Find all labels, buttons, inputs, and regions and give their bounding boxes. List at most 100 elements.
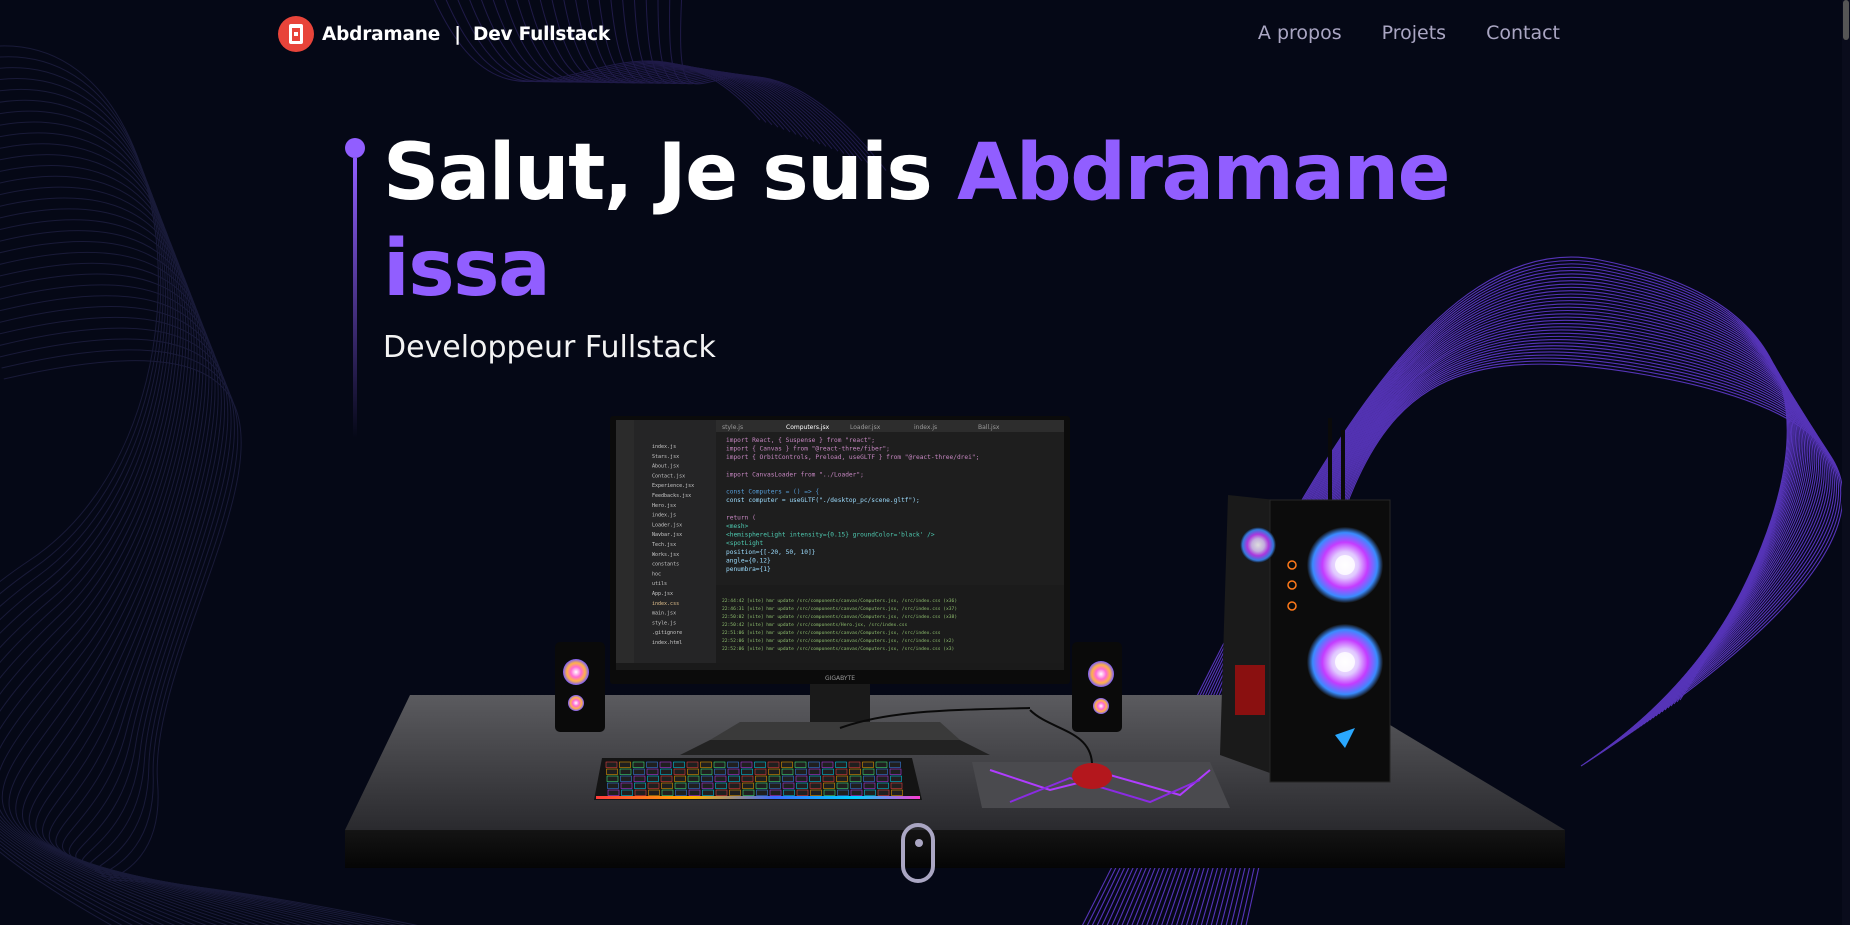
nav-links: A propos Projets Contact <box>1258 22 1560 44</box>
keyboard-key <box>620 782 633 789</box>
explorer-file: About.jsx <box>652 464 679 470</box>
hero-greeting: Salut, Je suis <box>383 128 958 218</box>
keyboard-key <box>648 789 660 796</box>
terminal-line: 22:52:06 [vite] hmr update /src/componen… <box>722 646 954 652</box>
scroll-dot <box>915 839 923 847</box>
monitor-base <box>680 740 990 755</box>
mouse-scroll-icon[interactable] <box>901 823 935 883</box>
keyboard-key <box>727 768 740 775</box>
keyboard-key <box>673 761 685 768</box>
keyboard-key <box>862 768 875 775</box>
keyboard-key <box>877 782 889 789</box>
brand-role: Dev Fullstack <box>473 23 611 45</box>
navbar: Abdramane | Dev Fullstack A propos Proje… <box>0 0 1850 72</box>
keyboard-key <box>891 789 903 796</box>
keyboard-key <box>660 768 672 775</box>
keyboard-key <box>863 775 875 782</box>
terminal-line: 22:46:31 [vite] hmr update /src/componen… <box>722 606 957 612</box>
keyboard-key <box>850 789 863 796</box>
code-line: const Computers = () => { <box>726 489 819 496</box>
explorer-file: constants <box>652 562 679 568</box>
nav-link-contact[interactable]: Contact <box>1486 22 1560 44</box>
explorer-file: main.jsx <box>652 611 676 617</box>
keyboard-key <box>660 775 673 782</box>
keyboard-key <box>755 775 767 782</box>
keyboard-key <box>606 768 618 775</box>
keyboard-key <box>767 761 780 768</box>
keyboard-key <box>768 768 780 775</box>
keyboard-key <box>647 775 659 782</box>
keyboard-key <box>675 789 687 796</box>
keyboard-key <box>796 789 809 796</box>
page-scrollbar[interactable] <box>1842 0 1850 925</box>
monitor-brand: GIGABYTE <box>825 675 855 682</box>
keyboard-key <box>742 782 754 789</box>
keyboard-key <box>796 782 808 789</box>
keyboard-key <box>769 789 782 796</box>
keyboard-key <box>754 768 767 775</box>
keyboard-key <box>646 768 659 775</box>
keyboard-key <box>728 775 740 782</box>
keyboard-key <box>782 782 795 789</box>
keyboard-key <box>700 768 713 775</box>
keyboard-key <box>619 768 632 775</box>
keyboard-key <box>674 782 687 789</box>
speaker-left <box>555 642 605 732</box>
keyboard-key <box>700 761 712 768</box>
keyboard-key <box>632 761 645 768</box>
keyboard-key <box>823 782 835 789</box>
keyboard-key <box>783 789 795 796</box>
editor-tab: Loader.jsx <box>850 424 881 431</box>
status-bar <box>616 663 1064 670</box>
keyboard-key <box>727 761 739 768</box>
keyboard-key <box>620 775 632 782</box>
code-line: <hemisphereLight intensity={0.15} ground… <box>726 532 935 539</box>
hero-dot <box>345 138 365 158</box>
desktop-computer-3d-icon[interactable]: index.js Stars.jsx About.jsx Contact.jsx Exp… <box>330 410 1580 880</box>
keyboard-key <box>634 789 647 796</box>
keyboard-key <box>688 789 701 796</box>
keyboard-key <box>701 782 714 789</box>
explorer-file: Contact.jsx <box>652 473 685 479</box>
keyboard-key <box>659 761 672 768</box>
nav-link-a-propos[interactable]: A propos <box>1258 22 1342 44</box>
explorer-file: Feedbacks.jsx <box>652 493 691 499</box>
keyboard-key <box>714 768 726 775</box>
keyboard-key <box>794 761 807 768</box>
explorer-file: index.css <box>652 601 679 607</box>
code-line: import CanvasLoader from "../Loader"; <box>726 471 864 478</box>
keyboard-key <box>876 775 889 782</box>
keyboard-key <box>837 789 849 796</box>
keyboard-key <box>701 775 713 782</box>
code-line: <spotLight <box>726 540 764 547</box>
keyboard-key <box>836 775 848 782</box>
editor-tab-bar <box>716 420 1064 432</box>
scrollbar-thumb[interactable] <box>1843 0 1849 40</box>
keyboard-key <box>781 768 794 775</box>
code-line: penumbra={1} <box>726 566 771 573</box>
editor-tab: Computers.jsx <box>786 424 830 431</box>
nav-link-projets[interactable]: Projets <box>1382 22 1446 44</box>
keyboard-key <box>810 789 822 796</box>
explorer-file: Experience.jsx <box>652 483 694 489</box>
brand-logo-link[interactable]: Abdramane | Dev Fullstack <box>278 16 610 52</box>
keyboard-key <box>877 789 890 796</box>
brand-name: Abdramane <box>322 23 441 45</box>
keyboard-key <box>756 789 768 796</box>
explorer-file: Tech.jsx <box>652 542 676 548</box>
keyboard-key <box>890 775 902 782</box>
terminal-line: 22:50:02 [vite] hmr update /src/componen… <box>722 614 957 620</box>
keyboard-key <box>742 789 755 796</box>
keyboard-key <box>821 761 834 768</box>
hero-bar <box>353 158 357 438</box>
code-line: return ( <box>726 514 756 521</box>
keyboard-key <box>768 775 781 782</box>
explorer-file: index.js <box>652 444 676 450</box>
keyboard-key <box>836 782 849 789</box>
keyboard-key <box>728 782 741 789</box>
explorer-file: index.js <box>652 513 676 519</box>
editor-tab: Ball.jsx <box>978 424 1000 431</box>
keyboard-key <box>875 761 888 768</box>
keyboard-key <box>864 789 876 796</box>
hero-subtitle: Developpeur Fullstack <box>383 330 716 365</box>
